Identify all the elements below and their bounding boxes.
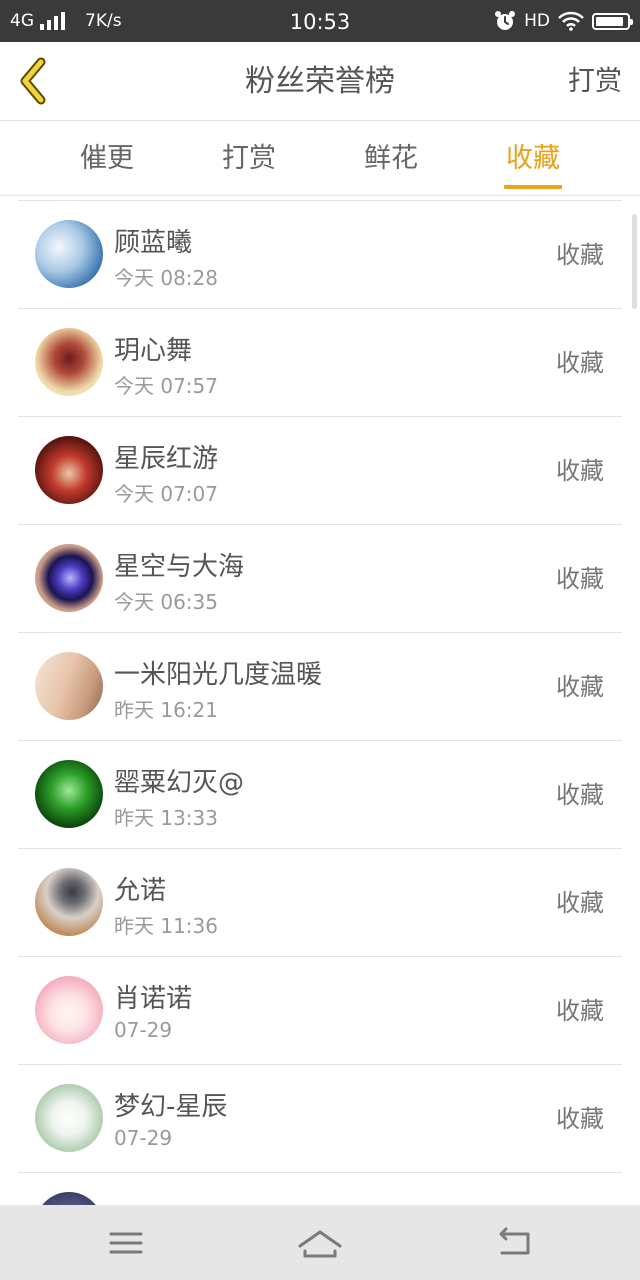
home-button[interactable] — [290, 1215, 350, 1270]
avatar[interactable] — [35, 328, 103, 396]
tab-urge[interactable]: 催更 — [36, 121, 178, 195]
back-nav-button[interactable] — [484, 1215, 544, 1270]
user-name: 允诺 — [114, 876, 167, 906]
list-item[interactable]: 星辰红游 今天 07:07 收藏 — [18, 416, 622, 525]
user-name: 肖诺诺 — [114, 984, 193, 1014]
action-label: 收藏 — [556, 565, 604, 593]
list-item[interactable]: 梦幻-星辰 07-29 收藏 — [18, 1064, 622, 1173]
active-tab-indicator — [504, 185, 562, 189]
fan-list[interactable]: 顾蓝曦 今天 08:28 收藏 玥心舞 今天 07:57 收藏 星辰红游 今天 … — [0, 200, 640, 1205]
navigation-bar — [0, 1205, 640, 1280]
list-item[interactable]: 顾蓝曦 今天 08:28 收藏 — [18, 200, 622, 309]
user-name: 星辰红游 — [114, 444, 219, 474]
menu-icon — [109, 1232, 143, 1254]
action-label: 收藏 — [556, 241, 604, 269]
avatar[interactable] — [35, 1192, 103, 1205]
avatar[interactable] — [35, 1084, 103, 1152]
wifi-icon — [558, 11, 584, 31]
timestamp: 昨天 16:21 — [114, 698, 218, 722]
battery-fill — [596, 16, 623, 26]
action-label: 收藏 — [556, 997, 604, 1025]
user-name: 罂粟幻灭@ — [114, 768, 245, 798]
avatar[interactable] — [35, 220, 103, 288]
list-item[interactable]: 允诺 昨天 11:36 收藏 — [18, 848, 622, 957]
avatar[interactable] — [35, 544, 103, 612]
list-item[interactable]: 一米阳光几度温暖 昨天 16:21 收藏 — [18, 632, 622, 741]
return-icon — [499, 1227, 530, 1255]
scrollbar[interactable] — [632, 214, 637, 309]
app-header: 粉丝荣誉榜 打赏 — [0, 42, 640, 121]
user-name: 玥心舞 — [114, 336, 193, 366]
action-label: 收藏 — [556, 889, 604, 917]
user-name: 顾蓝曦 — [114, 228, 193, 258]
status-bar: 4G 7K/s 10:53 HD — [0, 0, 640, 42]
timestamp: 今天 06:35 — [114, 590, 218, 614]
menu-button[interactable] — [96, 1215, 156, 1270]
user-name: 梦幻-星辰 — [114, 1092, 228, 1122]
timestamp: 昨天 13:33 — [114, 806, 218, 830]
list-item[interactable]: 肖诺诺 07-29 收藏 — [18, 956, 622, 1065]
action-label: 收藏 — [556, 673, 604, 701]
alarm-icon — [495, 11, 516, 30]
user-name: 一米阳光几度温暖 — [114, 660, 323, 690]
avatar[interactable] — [35, 760, 103, 828]
user-name: 星空与大海 — [114, 552, 245, 582]
tab-favorites[interactable]: 收藏 — [462, 121, 604, 195]
action-label: 收藏 — [556, 781, 604, 809]
avatar[interactable] — [35, 436, 103, 504]
timestamp: 昨天 11:36 — [114, 914, 218, 938]
list-item[interactable]: 玥心舞 今天 07:57 收藏 — [18, 308, 622, 417]
back-button[interactable] — [14, 56, 54, 106]
avatar[interactable] — [35, 652, 103, 720]
page-title: 粉丝荣誉榜 — [245, 64, 395, 99]
timestamp: 今天 08:28 — [114, 266, 218, 290]
hd-indicator: HD — [524, 11, 550, 31]
timestamp: 07-29 — [114, 1126, 173, 1150]
status-right: HD — [494, 0, 633, 42]
action-label: 收藏 — [556, 349, 604, 377]
avatar[interactable] — [35, 976, 103, 1044]
list-item[interactable]: 罂粟幻灭@ 昨天 13:33 收藏 — [18, 740, 622, 849]
timestamp: 今天 07:07 — [114, 482, 218, 506]
list-item[interactable]: 星空与大海 今天 06:35 收藏 — [18, 524, 622, 633]
timestamp: 07-29 — [114, 1018, 173, 1042]
avatar[interactable] — [35, 868, 103, 936]
timestamp: 今天 07:57 — [114, 374, 218, 398]
battery-icon — [592, 12, 633, 30]
chevron-left-icon — [20, 57, 46, 105]
tab-tip[interactable]: 打赏 — [178, 121, 320, 195]
action-label: 收藏 — [556, 1105, 604, 1133]
tip-button[interactable]: 打赏 — [568, 42, 622, 120]
action-label: 收藏 — [556, 457, 604, 485]
home-icon — [298, 1230, 342, 1258]
list-item-partial[interactable] — [18, 1172, 622, 1205]
tab-flowers[interactable]: 鲜花 — [320, 121, 462, 195]
